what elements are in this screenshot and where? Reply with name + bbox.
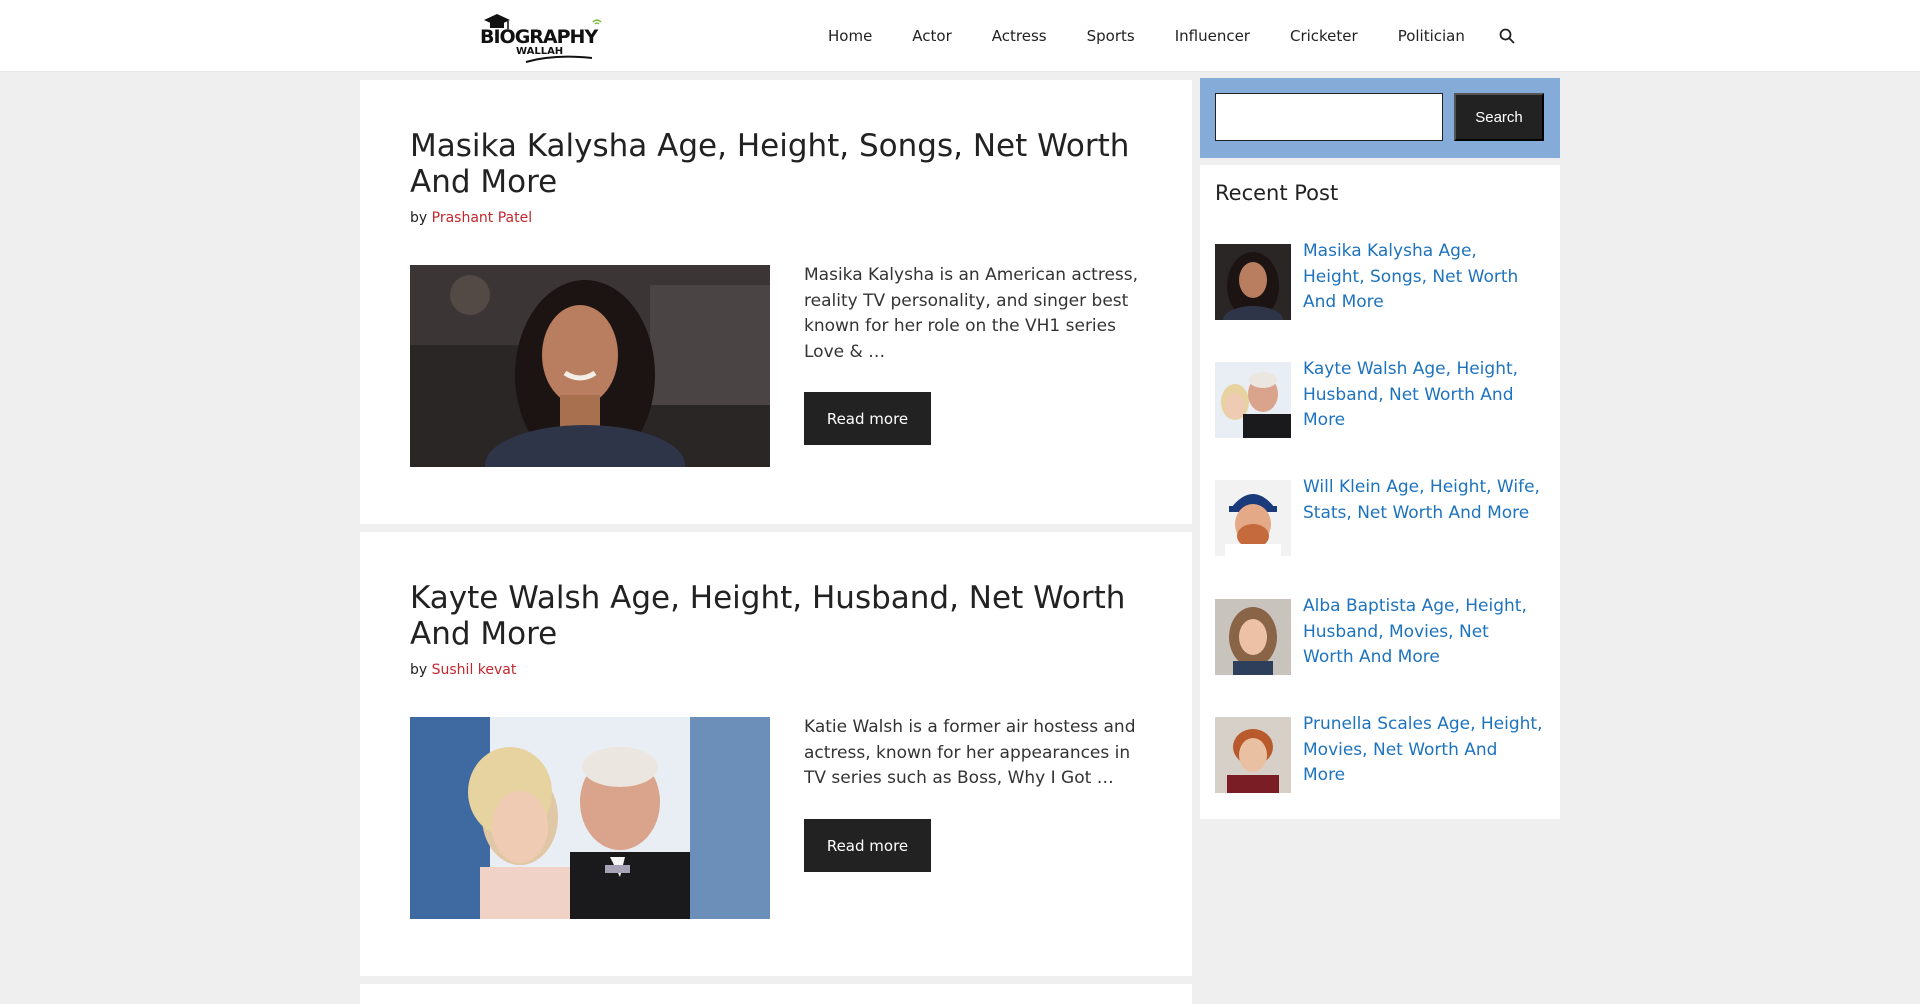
recent-post-thumbnail[interactable] [1215,362,1291,438]
search-widget: Search [1200,78,1560,158]
author-link[interactable]: Prashant Patel [432,210,532,226]
search-input[interactable] [1215,93,1443,141]
post-excerpt: Masika Kalysha is an American actress, r… [804,265,1139,362]
nav-sports[interactable]: Sports [1067,27,1155,45]
nav-cricketer[interactable]: Cricketer [1270,27,1378,45]
nav-search-button[interactable] [1487,16,1527,56]
nav-politician[interactable]: Politician [1378,27,1485,45]
post-thumbnail[interactable] [410,717,770,919]
nav-actress[interactable]: Actress [972,27,1067,45]
recent-post-thumbnail[interactable] [1215,717,1291,793]
read-more-button[interactable]: Read more [804,819,931,872]
recent-post-item[interactable]: Will Klein Age, Height, Wife, Stats, Net… [1215,477,1545,560]
recent-post-link[interactable]: Will Klein Age, Height, Wife, Stats, Net… [1303,475,1543,526]
post-thumbnail[interactable] [410,265,770,467]
logo-swoosh-icon [525,55,593,63]
site-logo[interactable]: BIOGRAPHY WALLAH [480,12,602,63]
recent-post-thumbnail[interactable] [1215,244,1291,320]
recent-posts-heading: Recent Post [1215,181,1339,205]
recent-posts-widget: Recent Post Masika Kalysha Age, Height, … [1200,165,1560,819]
wifi-signal-icon [592,19,602,25]
recent-post-link[interactable]: Alba Baptista Age, Height, Husband, Movi… [1303,594,1543,671]
recent-post-item[interactable]: Prunella Scales Age, Height, Movies, Net… [1215,714,1545,797]
nav-actor[interactable]: Actor [892,27,971,45]
recent-post-link[interactable]: Prunella Scales Age, Height, Movies, Net… [1303,712,1543,789]
recent-post-item[interactable]: Masika Kalysha Age, Height, Songs, Net W… [1215,241,1545,324]
recent-post-item[interactable]: Alba Baptista Age, Height, Husband, Movi… [1215,596,1545,679]
read-more-button[interactable]: Read more [804,392,931,445]
nav-influencer[interactable]: Influencer [1155,27,1270,45]
byline-prefix: by [410,210,428,226]
search-icon [1499,28,1515,44]
byline-prefix: by [410,662,428,678]
author-link[interactable]: Sushil kevat [432,662,517,678]
search-button[interactable]: Search [1454,93,1544,141]
recent-post-thumbnail[interactable] [1215,480,1291,556]
recent-post-link[interactable]: Kayte Walsh Age, Height, Husband, Net Wo… [1303,357,1543,434]
post-card [360,984,1192,1004]
site-header: BIOGRAPHY WALLAH Home Actor Actress Spor… [0,0,1920,72]
recent-post-item[interactable]: Kayte Walsh Age, Height, Husband, Net Wo… [1215,359,1545,442]
main-nav: Home Actor Actress Sports Influencer Cri… [808,0,1527,72]
logo-text: BIOGRAPHY [480,26,598,48]
nav-home[interactable]: Home [808,27,892,45]
post-card: Kayte Walsh Age, Height, Husband, Net Wo… [360,532,1192,976]
post-title[interactable]: Kayte Walsh Age, Height, Husband, Net Wo… [410,580,1150,652]
recent-post-thumbnail[interactable] [1215,599,1291,675]
post-card: Masika Kalysha Age, Height, Songs, Net W… [360,80,1192,524]
post-byline: by Sushil kevat [410,662,516,678]
recent-post-link[interactable]: Masika Kalysha Age, Height, Songs, Net W… [1303,239,1543,316]
post-byline: by Prashant Patel [410,210,532,226]
post-excerpt: Katie Walsh is a former air hostess and … [804,717,1136,788]
post-title[interactable]: Masika Kalysha Age, Height, Songs, Net W… [410,128,1150,200]
